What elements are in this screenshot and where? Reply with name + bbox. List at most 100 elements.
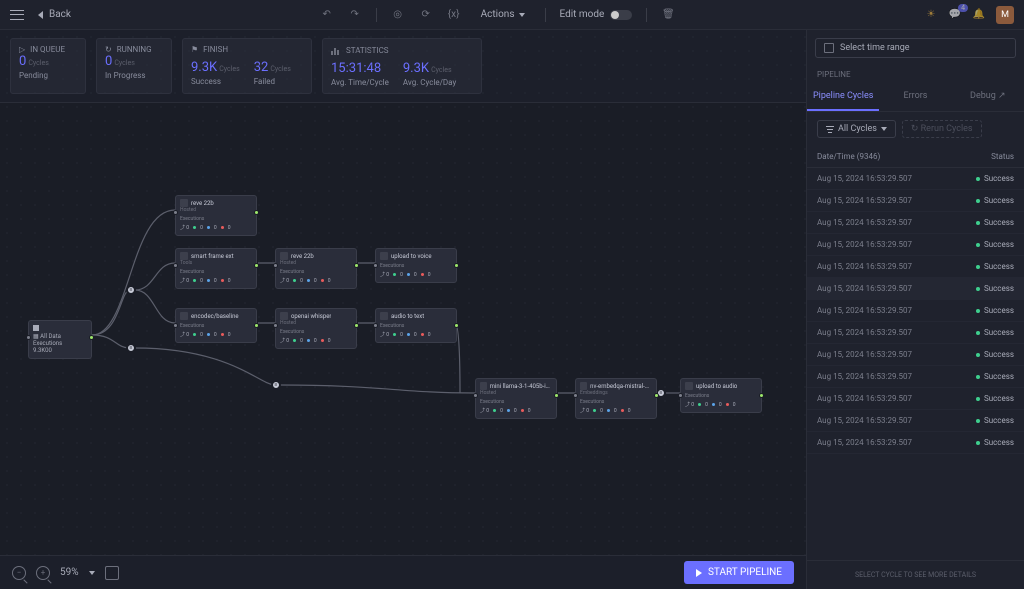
- trash-icon[interactable]: 🗑: [661, 8, 675, 22]
- node-title: nv-embedqa-mistral-7b-v2: [590, 383, 652, 390]
- table-row[interactable]: Aug 15, 2024 16:53:29.507Success: [807, 212, 1024, 234]
- node-title: upload to voice: [391, 253, 432, 260]
- pipeline-node[interactable]: nv-embedqa-mistral-7b-v2 Embeddings Exec…: [575, 378, 657, 419]
- node-ex: Executions: [580, 399, 652, 405]
- select-range-label: Select time range: [840, 43, 910, 53]
- edit-mode-toggle[interactable]: Edit mode: [560, 9, 633, 20]
- redo-icon[interactable]: ↷: [348, 8, 362, 22]
- tab-pipeline-cycles[interactable]: Pipeline Cycles: [807, 83, 879, 111]
- toggle-switch[interactable]: [610, 10, 632, 20]
- status-dot-icon: [976, 397, 980, 401]
- table-row[interactable]: Aug 15, 2024 16:53:29.507Success: [807, 388, 1024, 410]
- toolbar-center: ↶ ↷ ◎ ⟳ {x} Actions Edit mode 🗑: [71, 7, 924, 22]
- cell-status: Success: [976, 328, 1014, 337]
- pipeline-node[interactable]: audio to text Executions ⤴ 0000: [375, 308, 457, 343]
- status-dot-icon: [976, 441, 980, 445]
- fit-screen-icon[interactable]: [105, 566, 119, 580]
- pipeline-node[interactable]: upload to audio Executions ⤴ 0000: [680, 378, 762, 413]
- status-dot-icon: [976, 243, 980, 247]
- tab-errors[interactable]: Errors: [879, 83, 951, 111]
- status-dot-icon: [976, 221, 980, 225]
- pipeline-node[interactable]: encodec/baseline Executions ⤴ 0000: [175, 308, 257, 343]
- chat-icon[interactable]: 💬4: [948, 8, 962, 22]
- table-row[interactable]: Aug 15, 2024 16:53:29.507Success: [807, 234, 1024, 256]
- node-title: reve 22b: [191, 200, 214, 207]
- cell-datetime: Aug 15, 2024 16:53:29.507: [817, 350, 976, 359]
- table-row[interactable]: Aug 15, 2024 16:53:29.507Success: [807, 410, 1024, 432]
- zoom-in-icon[interactable]: [36, 566, 50, 580]
- table-row[interactable]: Aug 15, 2024 16:53:29.507Success: [807, 300, 1024, 322]
- table-row[interactable]: Aug 15, 2024 16:53:29.507Success: [807, 190, 1024, 212]
- node-ex: Executions: [280, 329, 352, 335]
- variable-icon[interactable]: {x}: [447, 8, 461, 22]
- nvidia-icon: [180, 199, 188, 207]
- table-row[interactable]: Aug 15, 2024 16:53:29.507Success: [807, 322, 1024, 344]
- target-icon[interactable]: ◎: [391, 8, 405, 22]
- table-row[interactable]: Aug 15, 2024 16:53:29.507Success: [807, 168, 1024, 190]
- status-dot-icon: [976, 353, 980, 357]
- cell-datetime: Aug 15, 2024 16:53:29.507: [817, 218, 976, 227]
- refresh-icon[interactable]: ⟳: [419, 8, 433, 22]
- tab-debug[interactable]: Debug ↗: [952, 83, 1024, 111]
- col-status: Status: [991, 152, 1014, 161]
- table-row[interactable]: Aug 15, 2024 16:53:29.507Success: [807, 344, 1024, 366]
- node-ex: Executions: [685, 393, 757, 399]
- junction-icon[interactable]: ≡: [126, 285, 136, 295]
- pipeline-node[interactable]: smart frame ext Tools Executions ⤴ 0000: [175, 248, 257, 289]
- section-title: PIPELINE: [807, 66, 1024, 83]
- undo-icon[interactable]: ↶: [320, 8, 334, 22]
- pipeline-node[interactable]: reve 22b Hosted Executions ⤴ 0000: [275, 248, 357, 289]
- node-ex: Executions: [180, 216, 252, 222]
- node-title: upload to audio: [696, 383, 737, 390]
- zoom-controls: 59%: [12, 566, 119, 580]
- start-pipeline-button[interactable]: START PIPELINE: [684, 561, 794, 584]
- cell-datetime: Aug 15, 2024 16:53:29.507: [817, 196, 976, 205]
- table-row[interactable]: Aug 15, 2024 16:53:29.507Success: [807, 256, 1024, 278]
- status-dot-icon: [976, 265, 980, 269]
- rerun-cycles-button[interactable]: ↻ Rerun Cycles: [902, 120, 982, 138]
- select-time-range-button[interactable]: Select time range: [815, 38, 1016, 58]
- table-row[interactable]: Aug 15, 2024 16:53:29.507Success: [807, 432, 1024, 454]
- cycles-table-body: Aug 15, 2024 16:53:29.507SuccessAug 15, …: [807, 168, 1024, 560]
- node-ex: Executions: [480, 399, 552, 405]
- separator: [545, 8, 546, 22]
- back-button[interactable]: Back: [38, 9, 71, 20]
- bell-icon[interactable]: 🔔: [972, 8, 986, 22]
- node-title: openai whisper: [291, 313, 331, 320]
- separator: [376, 8, 377, 22]
- actions-dropdown[interactable]: Actions: [475, 7, 531, 22]
- status-dot-icon: [976, 199, 980, 203]
- pipeline-node[interactable]: openai whisper Hosted Executions ⤴ 0000: [275, 308, 357, 349]
- start-node[interactable]: ▦ All Data Executions 9.3K00: [28, 320, 92, 359]
- separator: [646, 8, 647, 22]
- cell-status: Success: [976, 284, 1014, 293]
- chevron-down-icon[interactable]: [89, 571, 95, 575]
- zoom-out-icon[interactable]: [12, 566, 26, 580]
- canvas-area[interactable]: ▷IN QUEUE 0Cycles Pending ↻RUNNING 0Cycl…: [0, 30, 806, 589]
- cell-datetime: Aug 15, 2024 16:53:29.507: [817, 240, 976, 249]
- rerun-label: Rerun Cycles: [921, 124, 973, 134]
- junction-icon[interactable]: ≡: [271, 380, 281, 390]
- sun-icon[interactable]: ☀: [924, 8, 938, 22]
- nvidia-icon: [580, 382, 587, 390]
- table-row[interactable]: Aug 15, 2024 16:53:29.507Success: [807, 366, 1024, 388]
- junction-icon[interactable]: ≡: [126, 343, 136, 353]
- table-row[interactable]: Aug 15, 2024 16:53:29.507Success: [807, 278, 1024, 300]
- cell-status: Success: [976, 174, 1014, 183]
- status-dot-icon: [976, 177, 980, 181]
- cell-status: Success: [976, 240, 1014, 249]
- filter-icon: [826, 126, 834, 133]
- cell-datetime: Aug 15, 2024 16:53:29.507: [817, 284, 976, 293]
- menu-icon[interactable]: [10, 10, 24, 20]
- pipeline-node[interactable]: mini llama-3-1-405b-instruct Hosted Exec…: [475, 378, 557, 419]
- play-icon: [696, 569, 702, 577]
- avatar[interactable]: M: [996, 6, 1014, 24]
- pipeline-node[interactable]: upload to voice Executions ⤴ 0000: [375, 248, 457, 283]
- all-cycles-dropdown[interactable]: All Cycles: [817, 120, 896, 138]
- nvidia-icon: [480, 382, 487, 390]
- back-label: Back: [49, 9, 71, 20]
- pipeline-node[interactable]: reve 22b Hosted Executions ⤴ 0000: [175, 195, 257, 236]
- chevron-left-icon: [38, 11, 43, 19]
- cell-status: Success: [976, 372, 1014, 381]
- top-bar: Back ↶ ↷ ◎ ⟳ {x} Actions Edit mode 🗑 ☀ 💬…: [0, 0, 1024, 30]
